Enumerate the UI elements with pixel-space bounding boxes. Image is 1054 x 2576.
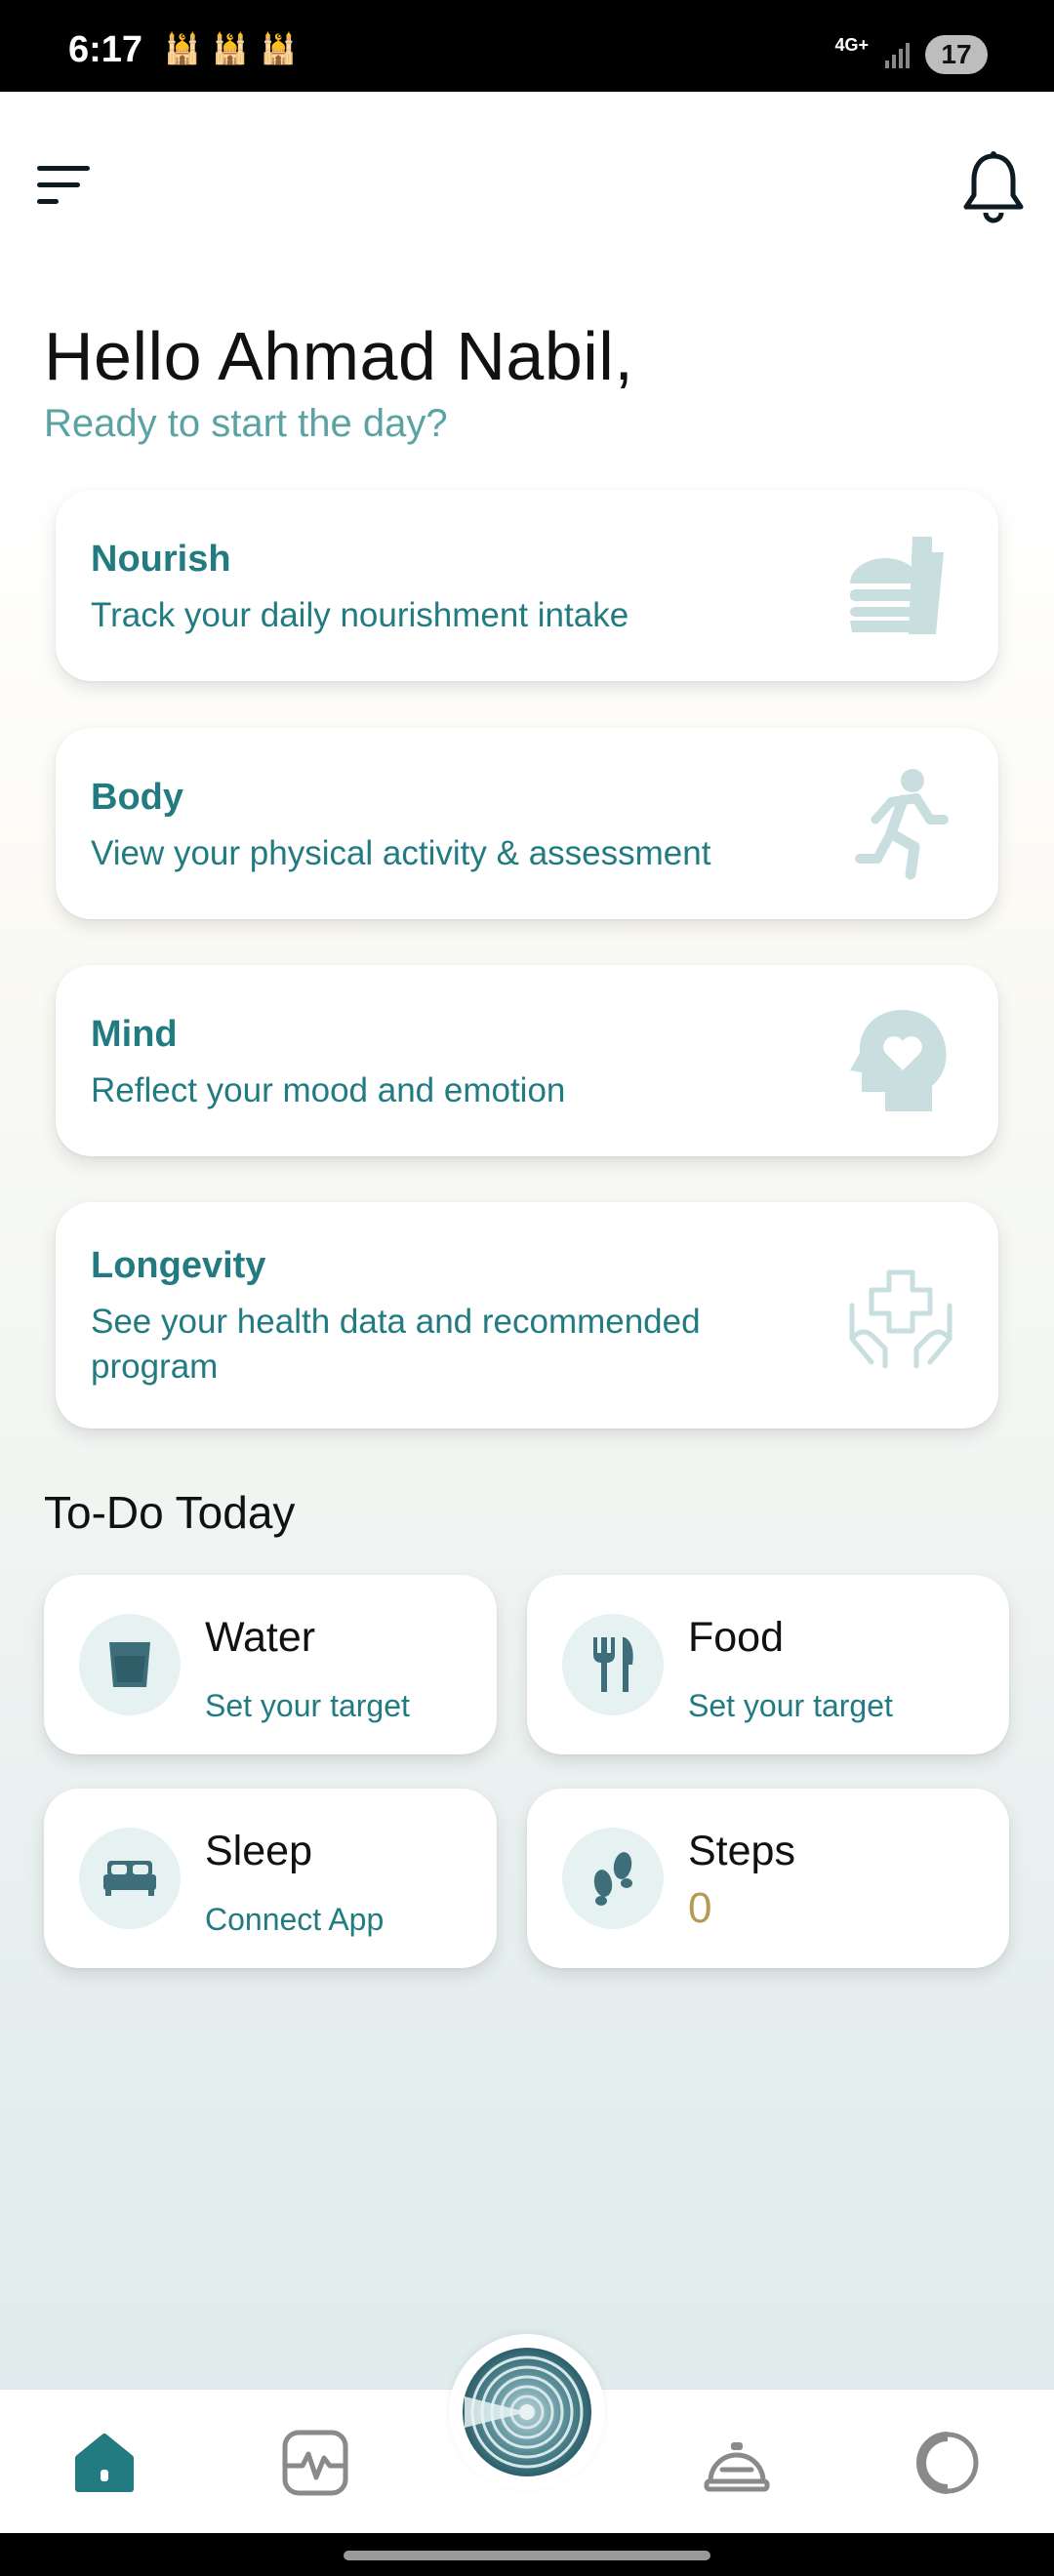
todo-water[interactable]: Water Set your target: [44, 1575, 497, 1754]
greeting-subtitle: Ready to start the day?: [44, 402, 448, 445]
signal-icon: [885, 43, 910, 68]
home-icon: [75, 2434, 134, 2492]
status-bar: 6:17 🕌 🕌 🕌 4G+ 17: [0, 0, 1054, 92]
battery-indicator: 17: [925, 35, 988, 74]
activity-pulse-icon: [282, 2430, 348, 2496]
todo-heading: To-Do Today: [44, 1487, 296, 1538]
hands-medical-cross-icon: [849, 1269, 953, 1369]
todo-title: Steps: [688, 1828, 795, 1874]
notification-icons: 🕌 🕌 🕌: [164, 35, 297, 64]
running-person-icon: [855, 769, 949, 880]
network-indicator: 4G+: [834, 35, 869, 55]
bell-icon: [963, 151, 1024, 223]
center-ring-icon: [463, 2348, 591, 2476]
status-time: 6:17: [68, 29, 143, 70]
todo-icon-circle: [562, 1614, 664, 1715]
card-description: Reflect your mood and emotion: [91, 1071, 566, 1109]
cup-icon: [109, 1642, 150, 1687]
todo-subtitle: Set your target: [205, 1688, 410, 1723]
todo-title: Water: [205, 1614, 316, 1661]
todo-steps[interactable]: Steps 0: [527, 1789, 1009, 1968]
card-description: Track your daily nourishment intake: [91, 596, 629, 634]
home-indicator[interactable]: [344, 2551, 710, 2560]
greeting-title: Hello Ahmad Nabil,: [44, 318, 634, 394]
todo-icon-circle: [562, 1828, 664, 1929]
card-description: View your physical activity & assessment: [91, 834, 711, 872]
todo-icon-circle: [79, 1828, 181, 1929]
fork-knife-icon: [593, 1637, 633, 1692]
card-title: Mind: [91, 1014, 178, 1055]
nav-mood[interactable]: [913, 2429, 982, 2497]
todo-title: Sleep: [205, 1828, 312, 1874]
todo-subtitle: Connect App: [205, 1902, 385, 1937]
menu-button[interactable]: [37, 166, 92, 209]
notification-button[interactable]: [958, 148, 1029, 226]
center-action-button[interactable]: [449, 2334, 605, 2490]
card-nourish[interactable]: Nourish Track your daily nourishment int…: [56, 490, 998, 681]
todo-subtitle: Set your target: [688, 1688, 893, 1723]
burger-drink-icon: [850, 537, 944, 634]
todo-title: Food: [688, 1614, 785, 1661]
todo-sleep[interactable]: Sleep Connect App: [44, 1789, 497, 1968]
card-mind[interactable]: Mind Reflect your mood and emotion: [56, 965, 998, 1156]
card-title: Nourish: [91, 539, 231, 580]
mosque-icon: 🕌: [164, 33, 201, 65]
nav-service[interactable]: [703, 2429, 771, 2497]
mosque-icon: 🕌: [260, 33, 298, 65]
footprints-icon: [593, 1852, 632, 1906]
todo-icon-circle: [79, 1614, 181, 1715]
mood-circle-icon: [916, 2432, 979, 2494]
todo-food[interactable]: Food Set your target: [527, 1575, 1009, 1754]
card-description: See your health data and recommended pro…: [91, 1303, 701, 1386]
mosque-icon: 🕌: [212, 33, 249, 65]
head-heart-icon: [850, 1010, 947, 1111]
steps-value: 0: [688, 1884, 712, 1932]
card-longevity[interactable]: Longevity See your health data and recom…: [56, 1202, 998, 1429]
card-body[interactable]: Body View your physical activity & asses…: [56, 728, 998, 919]
nav-home[interactable]: [70, 2429, 139, 2497]
card-title: Body: [91, 777, 183, 818]
bed-icon: [103, 1861, 156, 1896]
service-bell-icon: [704, 2442, 770, 2492]
nav-activity[interactable]: [281, 2429, 349, 2497]
card-title: Longevity: [91, 1245, 266, 1286]
